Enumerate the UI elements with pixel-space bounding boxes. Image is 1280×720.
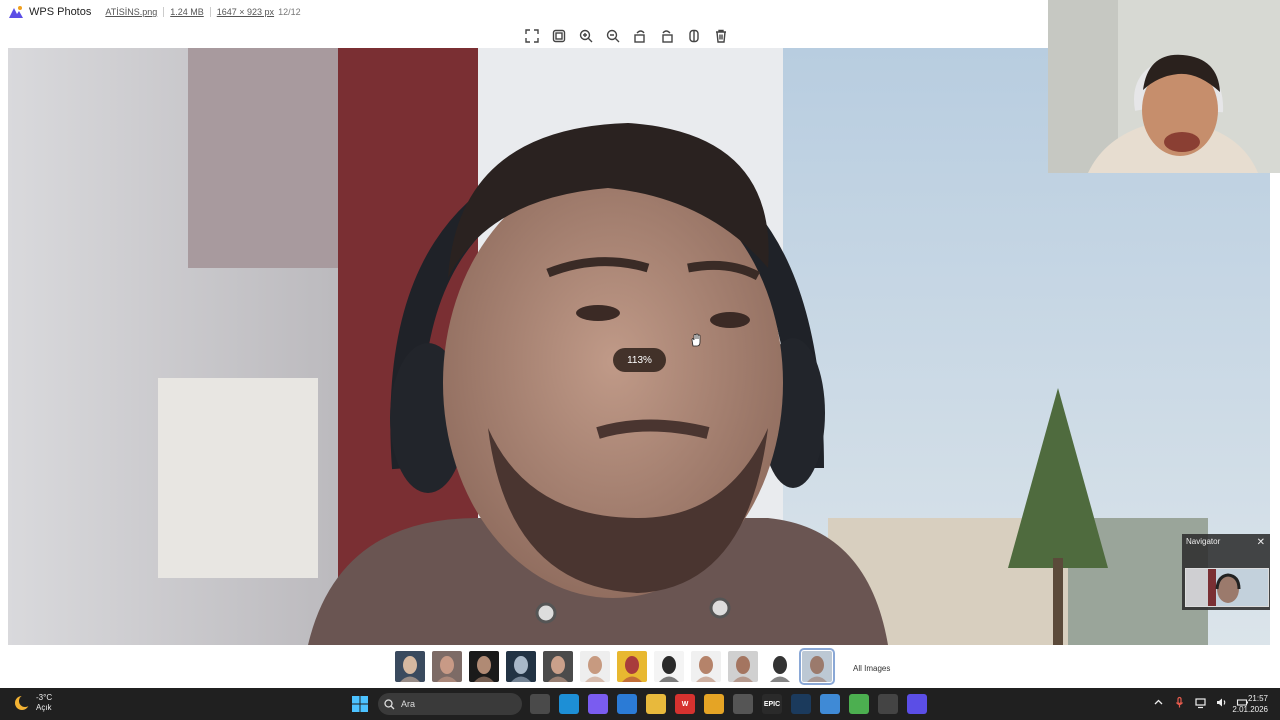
zoom-level-indicator: 113% bbox=[613, 348, 666, 372]
windows-taskbar: -3°C Açık Ara W EPIC 21:57 2.01.2026 bbox=[0, 688, 1280, 720]
delete-icon bbox=[715, 29, 726, 43]
weather-temperature: -3°C bbox=[36, 693, 53, 702]
rotate-left-button[interactable] bbox=[630, 27, 649, 45]
filmstrip-thumbnail[interactable] bbox=[543, 651, 573, 682]
rotate-right-icon bbox=[661, 30, 673, 43]
filmstrip-thumbnail[interactable] bbox=[765, 651, 795, 682]
store-icon[interactable] bbox=[617, 694, 637, 714]
zoom-out-icon bbox=[606, 29, 619, 43]
filmstrip-thumbnail[interactable] bbox=[506, 651, 536, 682]
file-name[interactable]: ATİSİNS.png bbox=[105, 7, 157, 17]
zoom-in-icon bbox=[579, 29, 592, 43]
fullscreen-icon bbox=[524, 29, 539, 43]
delete-button[interactable] bbox=[711, 27, 730, 45]
image-toolbar bbox=[522, 27, 730, 45]
microphone-icon[interactable] bbox=[1173, 696, 1186, 709]
chrome-icon[interactable] bbox=[704, 694, 724, 714]
fit-window-button[interactable] bbox=[549, 27, 568, 45]
wps-photos-logo-icon bbox=[9, 6, 23, 18]
volume-icon[interactable] bbox=[1215, 696, 1228, 709]
navigator-preview-image bbox=[1186, 569, 1268, 606]
app-name: WPS Photos bbox=[29, 6, 92, 18]
thumbnail-image bbox=[395, 651, 425, 682]
weather-condition: Açık bbox=[36, 703, 52, 712]
filmstrip-thumbnail[interactable] bbox=[617, 651, 647, 682]
zoom-out-button[interactable] bbox=[603, 27, 622, 45]
weather-moon-icon bbox=[15, 695, 31, 710]
battery-app-icon[interactable] bbox=[849, 694, 869, 714]
thumbnail-image bbox=[728, 651, 758, 682]
obs-icon[interactable] bbox=[878, 694, 898, 714]
fit-window-icon bbox=[552, 29, 565, 43]
rotate-right-button[interactable] bbox=[657, 27, 676, 45]
copilot-icon[interactable] bbox=[588, 694, 608, 714]
thumbnail-image bbox=[506, 651, 536, 682]
filmstrip-collapse-handle[interactable] bbox=[629, 645, 651, 650]
chevron-up-icon[interactable] bbox=[1152, 696, 1165, 709]
search-icon bbox=[384, 698, 395, 709]
thumbnail-image bbox=[432, 651, 462, 682]
filmstrip-thumbnail[interactable] bbox=[728, 651, 758, 682]
rotate-left-icon bbox=[633, 30, 645, 43]
fullscreen-button[interactable] bbox=[522, 27, 541, 45]
mirror-button[interactable] bbox=[684, 27, 703, 45]
divider bbox=[209, 7, 211, 17]
file-size: 1.24 MB bbox=[170, 7, 204, 17]
weather-widget[interactable]: -3°C Açık bbox=[13, 693, 52, 713]
navigator-title: Navigator bbox=[1186, 537, 1221, 546]
taskbar-clock[interactable]: 21:57 2.01.2026 bbox=[1232, 693, 1268, 715]
zoom-in-button[interactable] bbox=[576, 27, 595, 45]
navigator-preview[interactable] bbox=[1185, 568, 1269, 607]
filmstrip-thumbnail[interactable] bbox=[799, 648, 835, 685]
image-dimensions: 1647 × 923 px bbox=[216, 7, 275, 17]
epic-games-icon[interactable]: EPIC bbox=[762, 694, 782, 714]
divider bbox=[163, 7, 165, 17]
settings-icon[interactable] bbox=[733, 694, 753, 714]
filmstrip-thumbnail[interactable] bbox=[580, 651, 610, 682]
filmstrip-thumbnail[interactable] bbox=[395, 651, 425, 682]
windows-start-icon[interactable] bbox=[352, 696, 368, 712]
clock-date: 2.01.2026 bbox=[1232, 705, 1268, 714]
clock-time: 21:57 bbox=[1247, 694, 1268, 703]
all-images-link[interactable]: All Images bbox=[853, 664, 890, 673]
task-view-icon[interactable] bbox=[530, 694, 550, 714]
thumbnail-image bbox=[469, 651, 499, 682]
notepad-icon[interactable] bbox=[820, 694, 840, 714]
navigator-close-icon[interactable]: ✕ bbox=[1257, 537, 1265, 548]
webcam-overlay bbox=[1048, 0, 1280, 173]
wps-photos-icon[interactable] bbox=[907, 694, 927, 714]
file-info: ATİSİNS.png 1.24 MB 1647 × 923 px 12/12 bbox=[105, 7, 301, 17]
thumbnail-image bbox=[580, 651, 610, 682]
search-placeholder: Ara bbox=[401, 699, 416, 709]
filmstrip-thumbnail[interactable] bbox=[654, 651, 684, 682]
thumbnail-image bbox=[654, 651, 684, 682]
file-explorer-icon[interactable] bbox=[646, 694, 666, 714]
navigator-panel: Navigator ✕ bbox=[1182, 534, 1270, 610]
thumbnail-image bbox=[765, 651, 795, 682]
steam-icon[interactable] bbox=[791, 694, 811, 714]
edge-icon[interactable] bbox=[559, 694, 579, 714]
filmstrip-thumbnail[interactable] bbox=[691, 651, 721, 682]
webcam-feed bbox=[1048, 0, 1280, 173]
network-icon[interactable] bbox=[1194, 696, 1207, 709]
pinned-apps: W EPIC bbox=[530, 694, 927, 714]
wps-office-icon[interactable]: W bbox=[675, 694, 695, 714]
image-index: 12/12 bbox=[278, 7, 301, 17]
filmstrip: All Images bbox=[0, 645, 1280, 688]
thumbnail-list bbox=[395, 648, 835, 685]
thumbnail-image bbox=[691, 651, 721, 682]
mirror-icon bbox=[688, 29, 699, 43]
taskbar-search-box[interactable]: Ara bbox=[378, 693, 522, 715]
thumbnail-image bbox=[543, 651, 573, 682]
filmstrip-thumbnail[interactable] bbox=[432, 651, 462, 682]
filmstrip-thumbnail[interactable] bbox=[469, 651, 499, 682]
wps-photos-window: WPS Photos ATİSİNS.png 1.24 MB 1647 × 92… bbox=[0, 0, 1280, 720]
thumbnail-image bbox=[802, 651, 832, 682]
thumbnail-image bbox=[617, 651, 647, 682]
hand-cursor-icon bbox=[691, 333, 701, 347]
